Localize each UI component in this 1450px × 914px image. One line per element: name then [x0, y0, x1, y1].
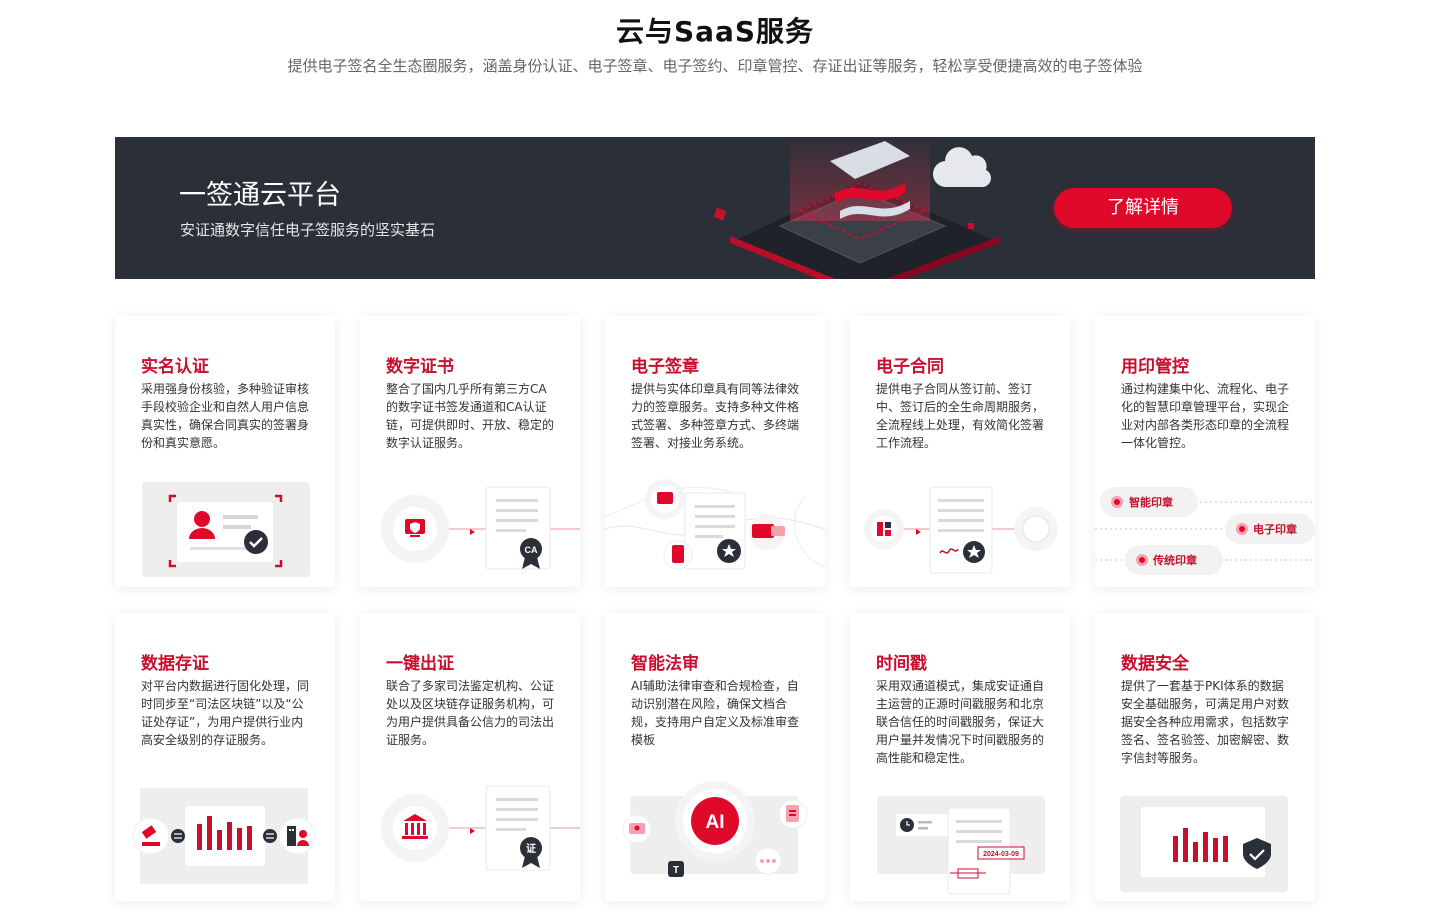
seal-control-icon: 智能印章 电子印章 传统印章	[1095, 487, 1315, 575]
card-electronic-contract[interactable]: 电子合同 提供电子合同从签订前、签订中、签订后的全生命周期服务，全流程线上处理，…	[850, 316, 1070, 587]
tag-electronic-seal: 电子印章	[1253, 522, 1297, 536]
timestamp-date: 2024-03-09	[983, 851, 1019, 858]
data-storage-icon	[132, 788, 316, 884]
ai-icon: AI T	[622, 781, 808, 877]
banner-title: 一签通云平台	[179, 180, 341, 211]
card-description: 提供电子合同从签订前、签订中、签订后的全生命周期服务，全流程线上处理，有效简化签…	[876, 382, 1045, 450]
section-title: 云与SaaS服务	[615, 15, 815, 48]
card-description: 对平台内数据进行固化处理，同时同步至“司法区块链”以及“公证处存证”，为用户提供…	[141, 679, 310, 747]
card-one-click-evidence[interactable]: 一键出证 联合了多家司法鉴定机构、公证处以及区块链存证服务机构，可为用户提供具备…	[360, 613, 580, 901]
shield-icon	[1120, 796, 1288, 892]
card-title: 电子合同	[876, 357, 944, 377]
learn-more-button[interactable]: 了解详情	[1054, 188, 1232, 228]
card-description: 联合了多家司法鉴定机构、公证处以及区块链存证服务机构，可为用户提供具备公信力的司…	[386, 679, 555, 747]
ai-badge: AI	[706, 812, 725, 833]
card-title: 数据存证	[141, 654, 209, 674]
card-description: 采用强身份核验，多种验证审核手段校验企业和自然人用户信息真实性，确保合同真实的签…	[141, 382, 310, 450]
card-title: 数字证书	[386, 357, 454, 377]
card-description: 通过构建集中化、流程化、电子化的智慧印章管理平台，实现企业对内部各类形态印章的全…	[1121, 382, 1290, 450]
card-identity-auth[interactable]: 实名认证 采用强身份核验，多种验证审核手段校验企业和自然人用户信息真实性，确保合…	[115, 316, 335, 587]
card-description: 整合了国内几乎所有第三方CA的数字证书签发通道和CA认证链，可提供即时、开放、稳…	[386, 382, 555, 450]
card-data-security[interactable]: 数据安全 提供了一套基于PKI体系的数据安全基础服务，可满足用户对数据安全各种应…	[1095, 613, 1315, 901]
t-badge: T	[673, 865, 679, 876]
card-data-storage[interactable]: 数据存证 对平台内数据进行固化处理，同时同步至“司法区块链”以及“公证处存证”，…	[115, 613, 335, 901]
card-smart-legal-review[interactable]: 智能法审 AI辅助法律审查和合规检查，自动识别潜在风险，确保文档合规，支持用户自…	[605, 613, 825, 901]
tag-smart-seal: 智能印章	[1129, 495, 1173, 509]
card-description: AI辅助法律审查和合规检查，自动识别潜在风险，确保文档合规，支持用户自定义及标准…	[631, 679, 800, 747]
card-title: 数据安全	[1121, 654, 1189, 674]
ca-badge: CA	[525, 545, 538, 555]
platform-banner[interactable]: 一签通云平台 安证通数字信任电子签服务的坚实基石 了解详情	[115, 137, 1315, 279]
timestamp-icon: 2024-03-09	[877, 796, 1045, 895]
card-description: 提供与实体印章具有同等法律效力的签章服务。支持多种文件格式签署、多种签章方式、多…	[631, 382, 800, 450]
platform-illustration	[713, 137, 1000, 279]
court-icon: 证	[381, 785, 580, 871]
section-subtitle: 提供电子签名全生态圈服务，涵盖身份认证、电子签章、电子签约、印章管控、存证出证等…	[287, 57, 1143, 75]
contract-icon	[864, 486, 1058, 574]
card-title: 实名认证	[141, 357, 209, 377]
card-title: 一键出证	[386, 654, 454, 674]
evidence-badge: 证	[526, 843, 536, 855]
card-title: 时间戳	[876, 654, 927, 674]
card-description: 采用双通道模式，集成安证通自主运营的正源时间戳服务和北京联合信任的时间戳服务，保…	[876, 679, 1045, 765]
seal-icon	[605, 479, 825, 570]
card-seal-control[interactable]: 用印管控 通过构建集中化、流程化、电子化的智慧印章管理平台，实现企业对内部各类形…	[1095, 316, 1315, 587]
card-title: 电子签章	[631, 357, 699, 377]
card-title: 智能法审	[631, 654, 699, 674]
card-electronic-seal[interactable]: 电子签章 提供与实体印章具有同等法律效力的签章服务。支持多种文件格式签署、多种签…	[605, 316, 825, 587]
card-timestamp[interactable]: 时间戳 采用双通道模式，集成安证通自主运营的正源时间戳服务和北京联合信任的时间戳…	[850, 613, 1070, 901]
banner-subtitle: 安证通数字信任电子签服务的坚实基石	[180, 221, 436, 239]
card-title: 用印管控	[1121, 357, 1189, 377]
id-card-icon	[142, 482, 310, 577]
tag-traditional-seal: 传统印章	[1152, 553, 1197, 567]
card-digital-certificate[interactable]: 数字证书 整合了国内几乎所有第三方CA的数字证书签发通道和CA认证链，可提供即时…	[360, 316, 580, 587]
card-description: 提供了一套基于PKI体系的数据安全基础服务，可满足用户对数据安全各种应用需求，包…	[1121, 679, 1290, 765]
certificate-icon: CA	[381, 486, 580, 570]
